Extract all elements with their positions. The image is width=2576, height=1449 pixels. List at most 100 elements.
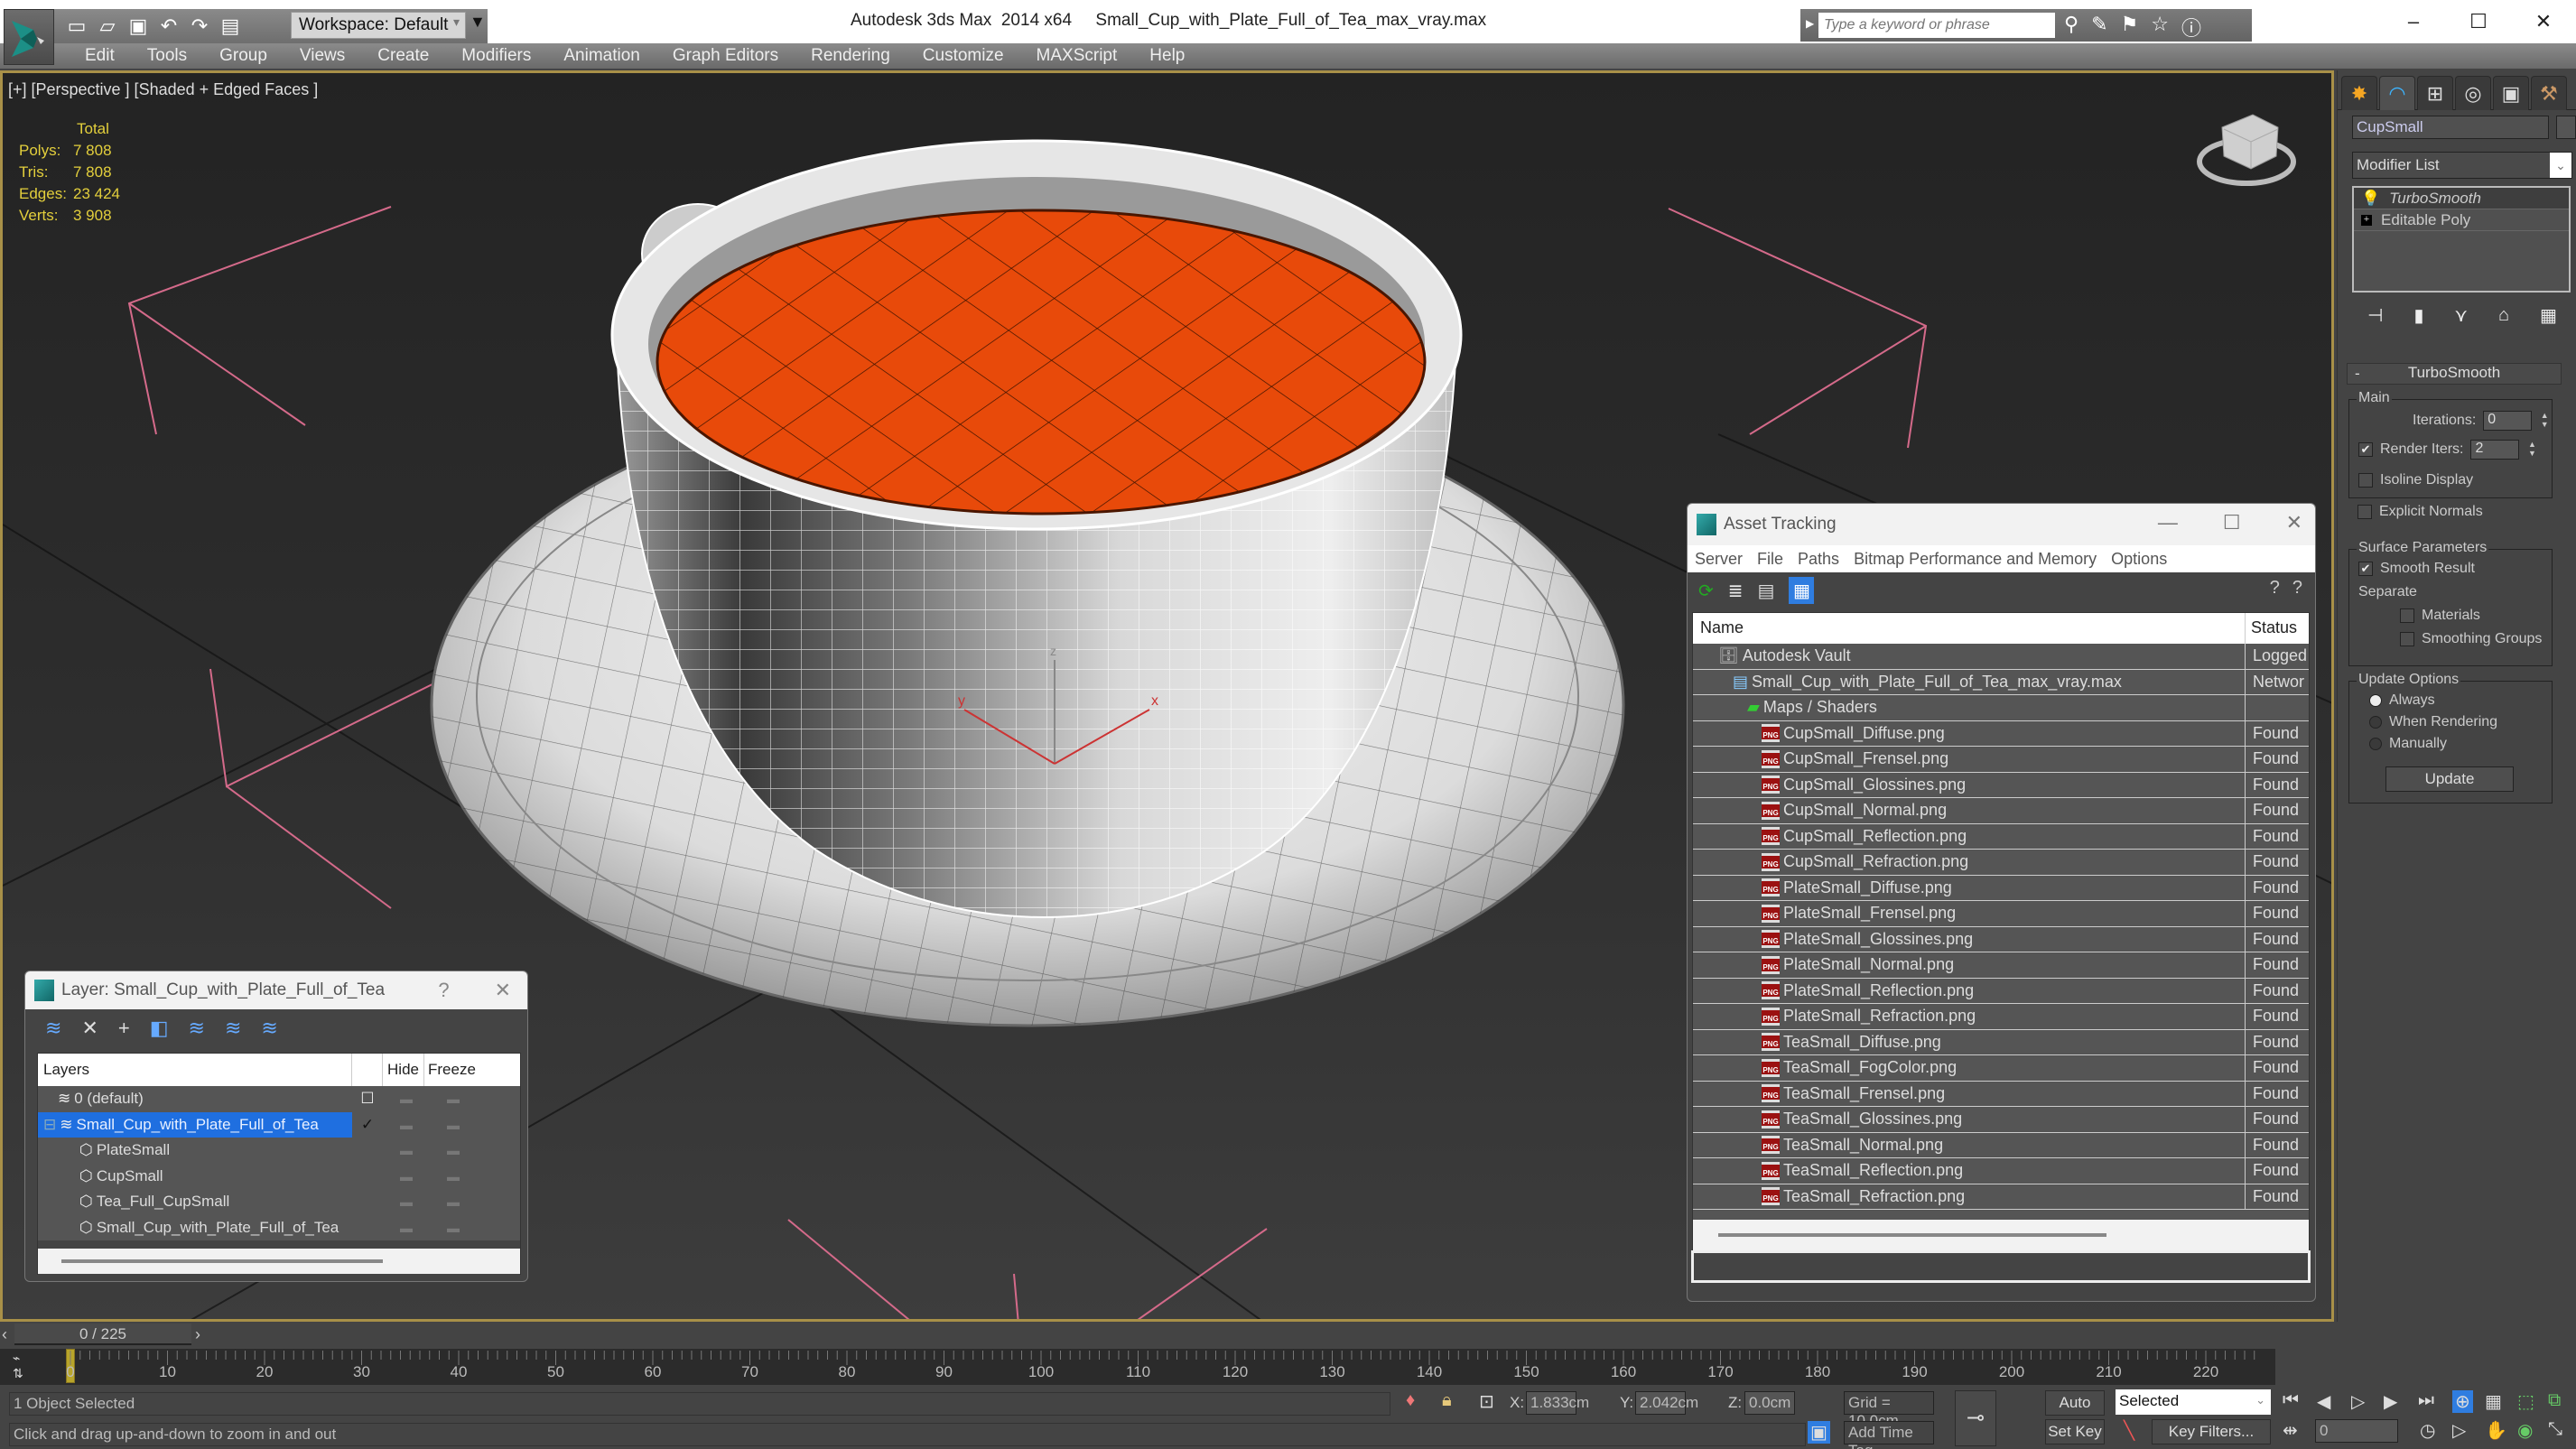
layer-object-row[interactable]: ⬡ CupSmall ▬ ▬	[38, 1164, 520, 1190]
hide-toggle[interactable]: ▬	[383, 1221, 430, 1235]
isolate-selection-icon[interactable]: ♦	[1406, 1390, 1415, 1411]
new-file-icon[interactable]: ▭	[65, 14, 88, 38]
favorites-star-icon[interactable]: ☆	[2151, 13, 2169, 42]
modify-tab[interactable]: ◠	[2379, 76, 2415, 110]
layer-row[interactable]: ⊟ ≋ Small_Cup_with_Plate_Full_of_Tea ✓ ▬ ▬	[38, 1111, 520, 1138]
go-to-start-icon[interactable]: ⏮	[2283, 1390, 2299, 1411]
lightbulb-icon[interactable]: 💡	[2361, 190, 2380, 208]
set-key-mode-button[interactable]: ⊸	[1955, 1390, 1996, 1446]
app-menu-button[interactable]	[4, 9, 54, 65]
hide-toggle[interactable]: ▬	[383, 1169, 430, 1184]
key-filters-button[interactable]: Key Filters...	[2152, 1419, 2271, 1444]
current-layer-toggle[interactable]: ☐	[352, 1090, 383, 1108]
asset-row[interactable]: PNG PlateSmall_Glossines.png Found	[1693, 926, 2309, 952]
select-objects-icon[interactable]: ◧	[150, 1017, 169, 1040]
asset-row[interactable]: PNG TeaSmall_Glossines.png Found	[1693, 1107, 2309, 1133]
time-slider[interactable]: ‹ 0 / 225 ›	[0, 1322, 2576, 1349]
stack-item-editable-poly[interactable]: + Editable Poly	[2354, 209, 2569, 231]
column-freeze[interactable]: Freeze	[424, 1054, 479, 1086]
communication-icon[interactable]: ⚑	[2121, 13, 2139, 42]
undo-icon[interactable]: ↶	[157, 14, 181, 38]
layer-object-row[interactable]: ⬡ PlateSmall ▬ ▬	[38, 1138, 520, 1164]
menu-customize[interactable]: Customize	[910, 43, 1017, 69]
menu-file[interactable]: File	[1757, 550, 1783, 569]
close-button[interactable]: ✕	[495, 979, 511, 1002]
asset-row[interactable]: PNG TeaSmall_Normal.png Found	[1693, 1132, 2309, 1158]
offline-help-icon[interactable]: ?	[2292, 578, 2302, 599]
isoline-display-checkbox[interactable]	[2358, 473, 2373, 488]
freeze-toggle[interactable]: ▬	[430, 1118, 477, 1132]
asset-row[interactable]: PNG CupSmall_Refraction.png Found	[1693, 850, 2309, 876]
scrollbar-thumb[interactable]	[61, 1259, 383, 1263]
orbit-icon[interactable]: ◉	[2517, 1419, 2533, 1442]
go-to-end-icon[interactable]: ⏭	[2418, 1390, 2434, 1411]
expand-plus-icon[interactable]: +	[2361, 214, 2372, 226]
play-icon[interactable]: ▷	[2351, 1390, 2365, 1413]
menu-help[interactable]: Help	[1137, 43, 1197, 69]
asset-row[interactable]: PNG PlateSmall_Frensel.png Found	[1693, 901, 2309, 927]
asset-row[interactable]: PNG PlateSmall_Reflection.png Found	[1693, 978, 2309, 1004]
spinner-arrows-icon[interactable]: ▲ ▼	[2526, 440, 2537, 460]
online-help-icon[interactable]: ?	[2270, 578, 2280, 599]
column-hide[interactable]: Hide	[383, 1054, 424, 1086]
selection-lock-icon[interactable]: 🔒︎	[1442, 1390, 1452, 1411]
collapse-icon[interactable]: ⊟	[43, 1116, 56, 1134]
freeze-toggle[interactable]: ▬	[430, 1091, 477, 1106]
asset-row[interactable]: ▤ Small_Cup_with_Plate_Full_of_Tea_max_vr…	[1693, 669, 2309, 695]
when-rendering-radio[interactable]	[2369, 716, 2382, 729]
freeze-toggle[interactable]: ▬	[430, 1221, 477, 1235]
pin-stack-icon[interactable]: ⊣	[2367, 304, 2383, 327]
previous-frame-icon[interactable]: ◀	[2317, 1390, 2330, 1413]
set-current-layer-icon[interactable]: ≋	[225, 1017, 241, 1040]
time-tag-icon[interactable]: ▣	[1808, 1421, 1830, 1444]
menu-graph-editors[interactable]: Graph Editors	[660, 43, 791, 69]
track-bar[interactable]: ⌁ ⇅ 0 10 20 30 40 50 60 70 80 90 100 110 120 130 140 150…	[0, 1349, 2275, 1385]
help-button[interactable]: ?	[438, 979, 449, 1002]
table-view-icon[interactable]: ▦	[1789, 577, 1815, 604]
smooth-result-checkbox[interactable]: ✔	[2358, 562, 2373, 576]
zoom-extents-all-icon[interactable]: ⧉	[2548, 1390, 2561, 1411]
default-tangents-icon[interactable]: ╲	[2124, 1419, 2134, 1442]
next-frame-icon[interactable]: ›	[195, 1325, 200, 1344]
menu-edit[interactable]: Edit	[72, 43, 127, 69]
delete-layer-icon[interactable]: ✕	[81, 1017, 98, 1040]
minimize-button[interactable]: —	[2158, 511, 2178, 534]
field-of-view-icon[interactable]: ▷	[2452, 1419, 2466, 1442]
hide-toggle[interactable]: ▬	[383, 1118, 430, 1132]
hide-toggle[interactable]: ▬	[383, 1091, 430, 1106]
asset-row[interactable]: PNG CupSmall_Reflection.png Found	[1693, 823, 2309, 850]
layer-object-row[interactable]: ⬡ Small_Cup_with_Plate_Full_of_Tea ▬ ▬	[38, 1215, 520, 1241]
asset-row[interactable]: 🗄 Autodesk Vault Logged	[1693, 644, 2309, 670]
current-frame-field[interactable]: 0	[2315, 1419, 2398, 1443]
asset-row[interactable]: PNG TeaSmall_Reflection.png Found	[1693, 1158, 2309, 1184]
freeze-toggle[interactable]: ▬	[430, 1169, 477, 1184]
make-unique-icon[interactable]: ⋎	[2454, 304, 2468, 327]
save-icon[interactable]: ▣	[126, 14, 150, 38]
asset-row[interactable]: PNG CupSmall_Glossines.png Found	[1693, 772, 2309, 798]
scrollbar-thumb[interactable]	[1718, 1233, 2106, 1237]
show-end-result-icon[interactable]: ▮	[2413, 304, 2423, 327]
refresh-icon[interactable]: ⟳	[1698, 580, 1714, 602]
menu-views[interactable]: Views	[287, 43, 358, 69]
previous-frame-icon[interactable]: ‹	[2, 1325, 7, 1344]
explicit-normals-checkbox[interactable]	[2357, 505, 2372, 519]
close-button[interactable]: ✕	[2286, 511, 2302, 534]
layer-row[interactable]: ≋ 0 (default) ☐ ▬ ▬	[38, 1086, 520, 1112]
column-layers[interactable]: Layers	[38, 1054, 352, 1086]
spinner-arrows-icon[interactable]: ▲ ▼	[2539, 411, 2550, 431]
freeze-toggle[interactable]: ▬	[430, 1143, 477, 1157]
pan-hand-icon[interactable]: ✋	[2485, 1419, 2507, 1442]
set-key-button[interactable]: Set Key	[2045, 1419, 2105, 1444]
zoom-extents-icon[interactable]: ⬚	[2517, 1390, 2534, 1413]
redo-icon[interactable]: ↷	[188, 14, 211, 38]
project-folder-icon[interactable]: ▤	[219, 14, 242, 38]
hide-toggle[interactable]: ▬	[383, 1194, 430, 1209]
asset-row[interactable]: PNG TeaSmall_FogColor.png Found	[1693, 1055, 2309, 1082]
layer-object-row[interactable]: ⬡ Tea_Full_CupSmall ▬ ▬	[38, 1189, 520, 1215]
auto-key-button[interactable]: Auto Key	[2045, 1390, 2105, 1435]
display-tab[interactable]: ▣	[2493, 76, 2529, 110]
select-layer-icon[interactable]: ≋	[189, 1017, 205, 1040]
key-mode-toggle-icon[interactable]: ⇹	[2283, 1419, 2298, 1442]
freeze-toggle[interactable]: ▬	[430, 1194, 477, 1209]
minimize-button[interactable]: –	[2381, 0, 2446, 43]
